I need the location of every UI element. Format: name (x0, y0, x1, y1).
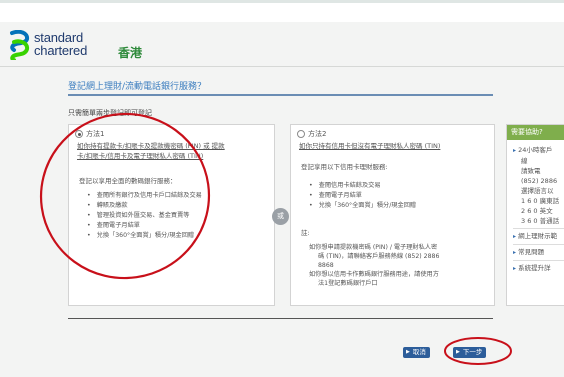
option1-panel: 方法1 如你持有提款卡/扣賬卡及提款機密碼 (PIN) 或 提款 卡/扣賬卡/信… (68, 124, 275, 306)
arrow-icon: ▸ (513, 265, 517, 272)
cancel-button[interactable]: ▶ 取消 (403, 347, 430, 358)
brand-name-line2: chartered (34, 43, 88, 58)
option1-radio[interactable] (75, 130, 83, 138)
remark-line: 如你想申請提款機密碼 (PIN) / 電子理財私人密 (309, 244, 438, 251)
header-divider (0, 66, 564, 67)
help-link-label[interactable]: 網上理財示範 (518, 232, 557, 240)
browser-top-bar (0, 0, 564, 22)
or-badge: 或 (272, 208, 289, 225)
option2-remark-label: 註: (301, 229, 310, 237)
next-button-label: 下一步 (462, 348, 483, 356)
top-strip (0, 0, 564, 3)
brand-name: standard chartered (34, 31, 87, 57)
option2-radio[interactable] (297, 130, 305, 138)
remark-line: 法1登記數碼銀行戶口 (318, 280, 378, 287)
help-link-demo[interactable]: ▸ 網上理財示範 (513, 231, 564, 242)
page-title: 登記網上理財/流動電話銀行服務？ (68, 82, 207, 92)
help-panel: 需要協助? ▸ 24小時客戶 線 請致電 (852) 2886 選擇語言以 1 … (506, 124, 564, 306)
remark-line: 碼 (TIN)，請聯絡客戶服務熱線 (852) 2886 (318, 253, 440, 260)
list-item: 兌換「360°全面賞」積分/現金回贈 (309, 201, 416, 211)
option2-radio-group[interactable]: 方法2 (297, 129, 326, 139)
help-link-label[interactable]: 常見問題 (518, 248, 544, 256)
option1-label: 方法1 (86, 130, 105, 138)
arrow-icon: ▸ (513, 249, 517, 256)
option1-services-title: 登記以享用全面的數碼銀行服務： (79, 177, 177, 185)
next-button[interactable]: ▶ 下一步 (453, 347, 487, 358)
arrow-right-icon: ▶ (456, 349, 460, 355)
hotline-label: 24小時客戶 (518, 146, 553, 154)
call-label: 請致電 (521, 167, 541, 175)
remark-line: 8868 (318, 262, 334, 269)
language-option: 1 6 0 廣東話 (521, 197, 560, 205)
footer-divider (68, 318, 493, 319)
cancel-button-label: 取消 (412, 348, 426, 356)
language-option: 3 6 0 普通話 (521, 217, 560, 225)
region-label: 香港 (118, 46, 143, 60)
help-body: ▸ 24小時客戶 線 請致電 (852) 2886 選擇語言以 1 6 0 廣東… (513, 145, 564, 274)
option1-services-list: 查閱所有銀行及信用卡戶口結餘及交易 轉賬及繳款 管理投資如外匯交易、基金買賣等 … (87, 191, 202, 241)
help-divider (513, 260, 564, 261)
help-link-label[interactable]: 系統提升詳 (518, 264, 551, 272)
option2-services-title: 登記享用以下信用卡理財服務: (301, 163, 388, 171)
remark-line: 如你想以信用卡作數碼銀行服務用途，請使用方 (309, 271, 439, 278)
option2-remarks: 如你想申請提款機密碼 (PIN) / 電子理財私人密 碼 (TIN)，請聯絡客戶… (309, 243, 439, 288)
arrow-right-icon: ▶ (406, 349, 410, 355)
phone-number: (852) 2886 (521, 177, 558, 185)
language-label: 選擇語言以 (521, 187, 554, 195)
list-item: 查閱信用卡結餘及交易 (309, 181, 416, 191)
title-underline (68, 94, 493, 96)
option1-description-line2: 卡/扣賬卡/信用卡及電子理財私人密碼 (TIN) (77, 152, 204, 160)
option2-panel: 方法2 如你只持有信用卡但沒有電子理財私人密碼 (TIN) 登記享用以下信用卡理… (290, 124, 495, 306)
list-item: 轉賬及繳款 (87, 201, 202, 211)
standard-chartered-logo-icon (10, 30, 30, 60)
option1-radio-group[interactable]: 方法1 (75, 129, 104, 139)
arrow-icon: ▸ (513, 233, 517, 240)
help-link-faq[interactable]: ▸ 常見問題 (513, 247, 564, 258)
help-link-upgrade[interactable]: ▸ 系統提升詳 (513, 263, 564, 274)
list-item: 查閱電子月結單 (87, 221, 202, 231)
intro-note: 只需簡單兩步登記即可登記 (68, 109, 152, 117)
language-option: 2 6 0 英文 (521, 207, 553, 215)
hotline-label-2: 線 (521, 157, 528, 165)
arrow-icon: ▸ (513, 147, 517, 154)
option2-description: 如你只持有信用卡但沒有電子理財私人密碼 (TIN) (299, 142, 441, 150)
list-item: 管理投資如外匯交易、基金買賣等 (87, 211, 202, 221)
option2-label: 方法2 (308, 130, 327, 138)
option2-services-list: 查閱信用卡結餘及交易 查閱電子月結單 兌換「360°全面賞」積分/現金回贈 (309, 181, 416, 211)
help-title: 需要協助? (507, 125, 564, 140)
help-divider (513, 228, 564, 229)
help-divider (513, 244, 564, 245)
option1-description-line1: 如你持有提款卡/扣賬卡及提款機密碼 (PIN) 或 提款 (77, 142, 225, 150)
list-item: 查閱所有銀行及信用卡戶口結餘及交易 (87, 191, 202, 201)
list-item: 查閱電子月結單 (309, 191, 416, 201)
list-item: 兌換「360°全面賞」積分/現金回贈 (87, 231, 202, 241)
option1-description: 如你持有提款卡/扣賬卡及提款機密碼 (PIN) 或 提款 卡/扣賬卡/信用卡及電… (77, 141, 267, 161)
